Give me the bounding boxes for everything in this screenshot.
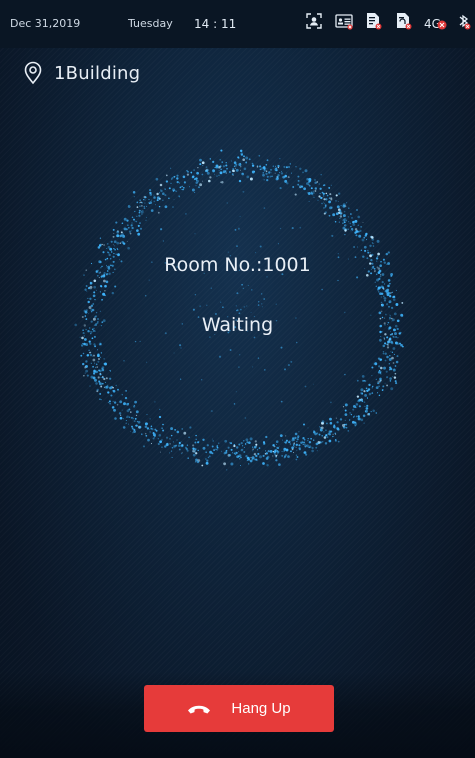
phone-hangup-icon	[188, 705, 211, 713]
hang-up-button[interactable]: Hang Up	[144, 685, 334, 732]
bluetooth-disabled-icon	[459, 14, 471, 30]
card-disabled-icon	[367, 13, 382, 30]
location-pin-icon	[24, 61, 42, 85]
status-bar: Dec 31,2019 Tuesday 14 : 11 4G	[0, 0, 475, 48]
location-label: 1Building	[54, 62, 141, 84]
network-4g-icon	[437, 20, 447, 30]
location-header: 1Building	[22, 58, 140, 88]
face-id-icon	[306, 13, 322, 29]
hang-up-label: Hang Up	[231, 700, 291, 717]
id-card-icon	[335, 14, 353, 30]
status-weekday: Tuesday	[128, 17, 173, 30]
room-number-label: Room No.:1001	[164, 254, 311, 276]
status-date: Dec 31,2019	[10, 17, 81, 30]
status-time: 14 : 11	[194, 17, 237, 31]
call-screen: Dec 31,2019 Tuesday 14 : 11 4G 1Building…	[0, 0, 475, 758]
fingerprint-disabled-icon	[397, 13, 412, 30]
call-status-label: Waiting	[201, 314, 274, 336]
